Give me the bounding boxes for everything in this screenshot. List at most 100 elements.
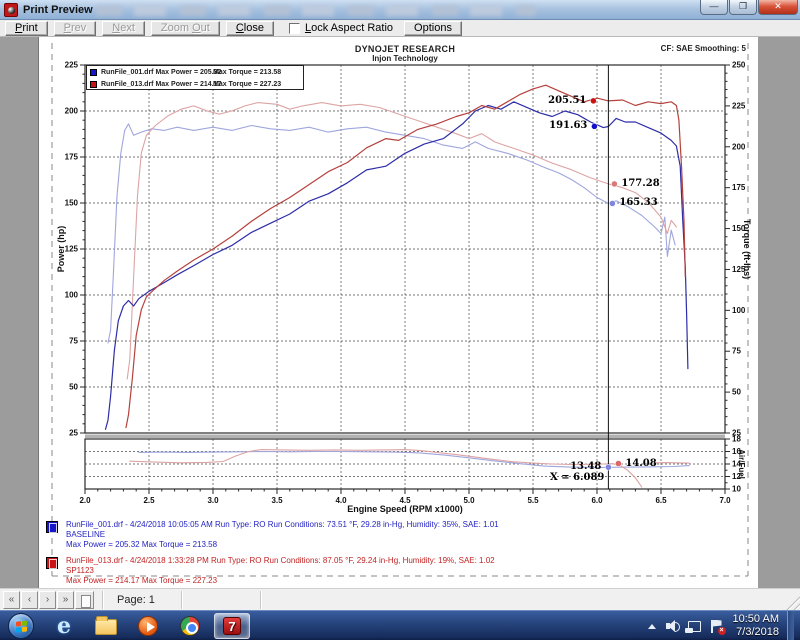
last-page-button[interactable]: » [57,591,74,609]
svg-text:25: 25 [69,429,78,438]
svg-text:75: 75 [732,347,741,356]
redacted-title-text [96,5,536,16]
svg-text:100: 100 [65,291,79,300]
minimize-button[interactable]: — [700,0,728,15]
screen: Print Preview — ❐ ✕ Print Prev Next Zoom Ou… [0,0,800,640]
clock-date: 7/3/2018 [733,626,779,639]
chart-legend: RunFile_001.drf Max Power = 205.32 Max T… [86,65,304,90]
cursor-value-label: 165.33 [619,197,657,208]
lock-aspect-ratio-checkbox[interactable] [289,23,300,34]
taskbar-clock[interactable]: 10:50 AM 7/3/2018 [733,613,779,639]
run-info-sp1123: RunFile_013.drf - 4/24/2018 1:33:28 PM R… [46,556,736,586]
prev-page-button[interactable]: ‹ [21,591,38,609]
statusbar-divider [102,591,103,609]
cursor-dot [609,200,615,206]
statusbar-divider [181,591,182,609]
run-max-text: Max Power = 205.32 Max Torque = 213.58 [66,540,736,550]
svg-text:250: 250 [732,61,746,70]
legend-text: Max Torque = 213.58 [213,67,281,78]
maximize-button[interactable]: ❐ [729,0,757,15]
svg-text:50: 50 [69,383,78,392]
dyno-chart: 2550751001251501752002252550751001251501… [38,37,758,588]
internet-explorer-icon[interactable]: e [46,613,82,639]
svg-text:Torque (ft-lbs): Torque (ft-lbs) [742,219,752,279]
dynojet-app-icon[interactable]: 7 [214,613,250,639]
speaker-icon[interactable] [666,620,680,632]
svg-text:50: 50 [732,388,741,397]
next-button[interactable]: Next [102,21,145,36]
svg-text:225: 225 [65,61,79,70]
svg-text:200: 200 [65,107,79,116]
statusbar-divider [260,591,261,609]
svg-text:225: 225 [732,101,746,110]
svg-text:6.5: 6.5 [655,496,667,505]
windows-flag-icon [16,620,28,633]
svg-text:200: 200 [732,142,746,151]
lock-aspect-ratio-checkbox-wrap: Lock Aspect Ratio [289,22,393,34]
network-icon[interactable] [688,621,701,632]
series-airfuel_sp1123_tail [655,463,690,464]
system-tray: 10:50 AM 7/3/2018 [648,611,794,640]
start-button[interactable] [8,613,34,639]
cursor-dot [591,123,597,129]
svg-text:150: 150 [65,199,79,208]
run-swatch-red [46,557,58,569]
media-player-icon[interactable] [130,613,166,639]
window-title: Print Preview [23,4,93,16]
close-preview-button[interactable]: Close [226,21,274,36]
cursor-dot [590,98,596,104]
explorer-folder-icon[interactable] [88,613,124,639]
svg-text:5.5: 5.5 [527,496,539,505]
run-name-text: SP1123 [66,566,736,576]
titlebar[interactable]: Print Preview — ❐ ✕ [0,0,800,20]
svg-text:18: 18 [732,435,741,444]
legend-text: RunFile_013.drf Max Power = 214.17 [101,79,221,90]
first-page-button[interactable]: « [3,591,20,609]
svg-text:Engine Speed (RPM x1000): Engine Speed (RPM x1000) [347,504,463,514]
legend-row: RunFile_013.drf Max Power = 214.17 Max T… [87,79,303,90]
clock-time: 10:50 AM [733,613,779,626]
report-title: DYNOJET RESEARCH [205,44,605,54]
svg-text:3.0: 3.0 [207,496,219,505]
statusbar: «‹›» Page: 1 [0,588,800,610]
print-preview-area: 2550751001251501752002252550751001251501… [0,37,800,588]
run-name-text: BASELINE [66,530,736,540]
svg-text:3.5: 3.5 [271,496,283,505]
taskbar: e 7 10:50 AM 7/3/2018 [0,610,800,640]
legend-swatch-blue [90,69,97,76]
cursor-value-label: 13.48 [570,461,601,472]
cursor-x-label: X = 6.089 [550,472,604,483]
svg-text:100: 100 [732,306,746,315]
prev-button[interactable]: Prev [54,21,97,36]
show-desktop-button[interactable] [787,611,794,640]
legend-text: RunFile_001.drf Max Power = 205.32 [101,67,221,78]
action-center-flag-icon[interactable] [710,620,723,633]
svg-text:6.0: 6.0 [591,496,603,505]
cursor-dot [605,464,611,470]
next-page-button[interactable]: › [39,591,56,609]
legend-swatch-red [90,81,97,88]
run-max-text: Max Power = 214.17 Max Torque = 227.23 [66,576,736,586]
close-icon[interactable]: ✕ [758,0,798,15]
svg-text:175: 175 [65,153,79,162]
cursor-value-label: 205.51 [548,95,586,106]
media-player-icon-glyph [138,616,158,636]
page-setup-icon[interactable] [75,591,94,609]
series-power_baseline [106,102,688,430]
legend-row: RunFile_001.drf Max Power = 205.32 Max T… [87,67,303,78]
chrome-icon[interactable] [172,613,208,639]
svg-text:7.0: 7.0 [719,496,731,505]
run-conditions-text: RunFile_013.drf - 4/24/2018 1:33:28 PM R… [66,556,736,566]
hidden-icons-arrow[interactable] [648,624,656,629]
cursor-dot [615,461,621,467]
svg-text:5.0: 5.0 [463,496,475,505]
svg-text:10: 10 [732,485,741,494]
zoom-out-button[interactable]: Zoom Out [151,21,220,36]
options-button[interactable]: Options [404,21,462,36]
page-number-label: Page: 1 [117,594,155,606]
run-swatch-blue [46,521,58,533]
resize-grip[interactable] [784,594,800,610]
svg-text:Air/Fuel: Air/Fuel [737,449,746,479]
print-button[interactable]: Print [5,21,48,36]
series-torque_sp1123 [127,103,676,379]
